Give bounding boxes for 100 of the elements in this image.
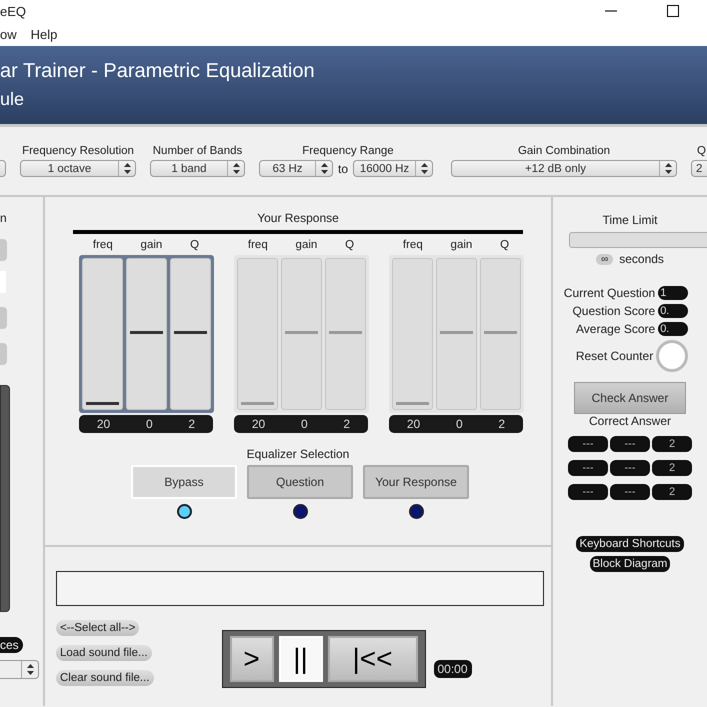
band-frame[interactable] (234, 255, 368, 413)
time-limit-label: Time Limit (602, 213, 658, 227)
dropdown[interactable]: 16000 Hz (353, 160, 434, 177)
setting-label: Number of Bands (152, 145, 242, 157)
dropdown[interactable]: 1 octave (20, 160, 136, 177)
panel-label: n (0, 211, 7, 225)
stat-label: Question Score (572, 304, 656, 318)
setting-label: Q (697, 145, 706, 157)
slider-track[interactable] (280, 258, 322, 410)
button[interactable] (0, 239, 7, 261)
slider-track[interactable] (324, 258, 366, 410)
setting-label: Frequency Resolution (22, 145, 134, 157)
correct-answer-label: Correct Answer (588, 414, 672, 428)
answer-value: 2 (652, 436, 692, 452)
time-display: 00:00 (434, 660, 472, 678)
setting-label: Gain Combination (518, 145, 610, 157)
setting-label: Frequency Range (302, 145, 394, 157)
button[interactable] (0, 307, 7, 329)
range-separator: to (338, 162, 348, 176)
slider-thumb[interactable] (174, 331, 206, 334)
mode-button[interactable]: Question (247, 465, 353, 499)
slider-label: Q (345, 239, 354, 253)
answer-value: --- (610, 436, 650, 452)
slider-label: freq (92, 239, 113, 253)
slider-track[interactable] (236, 258, 278, 410)
menu-item[interactable]: Help (30, 26, 58, 42)
value-display: 20 (96, 416, 110, 433)
slider-thumb[interactable] (396, 402, 428, 404)
transport-button[interactable]: || (278, 636, 322, 682)
reset-button[interactable] (656, 340, 688, 372)
answer-value: --- (610, 460, 650, 476)
slider-thumb[interactable] (484, 331, 516, 334)
slider-track[interactable] (436, 258, 476, 410)
slider-track[interactable] (480, 258, 520, 410)
dropdown[interactable] (0, 660, 39, 679)
clear-file-button[interactable]: Clear sound file... (56, 670, 154, 686)
load-file-button[interactable]: Load sound file... (56, 645, 152, 661)
transport-button[interactable]: > (230, 636, 274, 682)
dropdown[interactable]: 2 (691, 160, 707, 177)
value-display: 0 (300, 416, 308, 433)
dropdown[interactable]: 1 band (150, 160, 245, 177)
slider-thumb[interactable] (130, 331, 162, 334)
slider-label: Q (190, 239, 200, 253)
slider-label: freq (248, 239, 268, 253)
file-list-box[interactable] (56, 571, 544, 606)
reset-label: Reset Counter (576, 349, 654, 363)
mode-button[interactable]: Your Response (363, 465, 469, 499)
slider-label: gain (140, 239, 162, 253)
mode-button[interactable]: Bypass (131, 465, 237, 499)
keyboard-shortcuts-button[interactable]: Keyboard Shortcuts (576, 536, 684, 552)
button[interactable] (0, 343, 7, 365)
stat-value: 0. (658, 304, 688, 318)
transport-button[interactable]: |<< (328, 636, 418, 682)
stepper-arrows-icon (26, 664, 34, 675)
slider-label: gain (296, 239, 318, 253)
slider-label: freq (402, 239, 423, 253)
band-frame[interactable] (388, 255, 524, 413)
block-diagram-button[interactable]: Block Diagram (590, 556, 670, 572)
answer-value: --- (610, 484, 650, 500)
value-display: 0 (146, 416, 153, 433)
answer-value: --- (568, 460, 608, 476)
slider-track[interactable] (392, 258, 432, 410)
window-title: eEQ (0, 4, 26, 18)
stepper-arrows-icon (232, 163, 240, 174)
dropdown[interactable]: +12 dB only (451, 160, 677, 177)
check-answer-button[interactable]: Check Answer (574, 382, 686, 414)
stat-value: 1 (658, 286, 688, 300)
select-all-button[interactable]: <--Select all--> (56, 620, 140, 636)
answer-value: --- (568, 484, 608, 500)
slider-thumb[interactable] (440, 331, 472, 334)
time-limit-bar[interactable] (569, 232, 707, 248)
slider-thumb[interactable] (284, 331, 318, 334)
slider-label: Q (500, 239, 510, 253)
limit-value[interactable]: ∞ (596, 254, 614, 264)
stepper-arrows-icon (320, 163, 328, 174)
slider-thumb[interactable] (240, 402, 274, 404)
slider-thumb[interactable] (328, 331, 362, 334)
value-display: 2 (343, 416, 350, 433)
stepper-arrows-icon (420, 163, 428, 174)
dropdown[interactable]: 63 Hz (259, 160, 333, 177)
maximize-icon[interactable] (667, 5, 679, 17)
stepper-arrows-icon (124, 163, 130, 174)
slider-track[interactable] (126, 258, 166, 410)
value-display: 20 (252, 416, 266, 433)
app-subtitle: ule (0, 89, 26, 110)
slider-track[interactable] (82, 258, 122, 410)
slider-track[interactable] (170, 258, 210, 410)
slider-thumb[interactable] (86, 402, 118, 404)
stat-value: 0. (658, 322, 688, 336)
value-display: 2 (188, 416, 196, 433)
stat-label: Current Question (564, 286, 656, 300)
value-display: 0 (456, 416, 463, 433)
stat-label: Average Score (576, 322, 656, 336)
answer-value: --- (568, 436, 608, 452)
answer-value: 2 (652, 484, 692, 500)
section-title: Your Response (257, 211, 339, 225)
pill-button[interactable]: ces (0, 637, 23, 653)
stepper-arrows-icon (664, 163, 672, 174)
slider-label: gain (450, 239, 472, 253)
menu-item[interactable]: ow (0, 26, 17, 42)
